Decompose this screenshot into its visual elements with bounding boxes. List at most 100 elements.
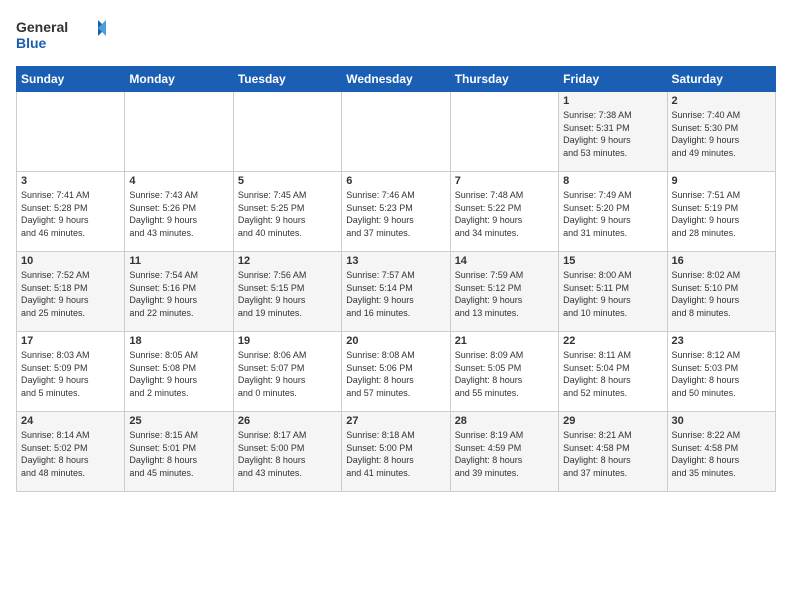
cell-text-line: Sunset: 4:58 PM bbox=[672, 442, 771, 455]
calendar-cell: 26Sunrise: 8:17 AMSunset: 5:00 PMDayligh… bbox=[233, 412, 341, 492]
calendar-cell: 17Sunrise: 8:03 AMSunset: 5:09 PMDayligh… bbox=[17, 332, 125, 412]
calendar-cell: 1Sunrise: 7:38 AMSunset: 5:31 PMDaylight… bbox=[559, 92, 667, 172]
cell-text-line: and 10 minutes. bbox=[563, 307, 662, 320]
cell-text-line: Sunset: 5:18 PM bbox=[21, 282, 120, 295]
cell-text-line: Daylight: 9 hours bbox=[672, 134, 771, 147]
cell-text-line: Daylight: 9 hours bbox=[238, 214, 337, 227]
cell-text-line: Sunrise: 7:51 AM bbox=[672, 189, 771, 202]
cell-text-line: and 25 minutes. bbox=[21, 307, 120, 320]
calendar-week-row: 17Sunrise: 8:03 AMSunset: 5:09 PMDayligh… bbox=[17, 332, 776, 412]
cell-text-line: and 57 minutes. bbox=[346, 387, 445, 400]
cell-text-line: Sunrise: 8:08 AM bbox=[346, 349, 445, 362]
cell-text-line: Sunrise: 7:46 AM bbox=[346, 189, 445, 202]
cell-text-line: and 34 minutes. bbox=[455, 227, 554, 240]
cell-text-line: Daylight: 9 hours bbox=[346, 294, 445, 307]
cell-text-line: Daylight: 8 hours bbox=[563, 454, 662, 467]
cell-text-line: Daylight: 8 hours bbox=[21, 454, 120, 467]
page-header: General Blue bbox=[16, 16, 776, 58]
cell-text-line: Sunrise: 8:09 AM bbox=[455, 349, 554, 362]
cell-text-line: and 19 minutes. bbox=[238, 307, 337, 320]
cell-text-line: and 52 minutes. bbox=[563, 387, 662, 400]
cell-text-line: Sunrise: 8:19 AM bbox=[455, 429, 554, 442]
calendar-cell: 21Sunrise: 8:09 AMSunset: 5:05 PMDayligh… bbox=[450, 332, 558, 412]
cell-text-line: Sunrise: 7:43 AM bbox=[129, 189, 228, 202]
cell-text-line: Sunset: 5:04 PM bbox=[563, 362, 662, 375]
cell-text-line: Daylight: 9 hours bbox=[129, 374, 228, 387]
cell-text-line: and 43 minutes. bbox=[129, 227, 228, 240]
cell-text-line: Sunrise: 8:15 AM bbox=[129, 429, 228, 442]
day-number: 28 bbox=[455, 415, 554, 427]
calendar-week-row: 3Sunrise: 7:41 AMSunset: 5:28 PMDaylight… bbox=[17, 172, 776, 252]
day-number: 1 bbox=[563, 95, 662, 107]
cell-text-line: Sunset: 5:05 PM bbox=[455, 362, 554, 375]
cell-text-line: Daylight: 8 hours bbox=[238, 454, 337, 467]
cell-text-line: Sunrise: 7:41 AM bbox=[21, 189, 120, 202]
calendar-cell: 23Sunrise: 8:12 AMSunset: 5:03 PMDayligh… bbox=[667, 332, 775, 412]
cell-text-line: and 16 minutes. bbox=[346, 307, 445, 320]
calendar-cell: 29Sunrise: 8:21 AMSunset: 4:58 PMDayligh… bbox=[559, 412, 667, 492]
cell-text-line: Sunset: 5:12 PM bbox=[455, 282, 554, 295]
calendar-table: SundayMondayTuesdayWednesdayThursdayFrid… bbox=[16, 66, 776, 492]
calendar-cell: 15Sunrise: 8:00 AMSunset: 5:11 PMDayligh… bbox=[559, 252, 667, 332]
day-number: 7 bbox=[455, 175, 554, 187]
cell-text-line: Sunrise: 8:14 AM bbox=[21, 429, 120, 442]
day-number: 8 bbox=[563, 175, 662, 187]
weekday-header: Sunday bbox=[17, 67, 125, 92]
cell-text-line: and 31 minutes. bbox=[563, 227, 662, 240]
cell-text-line: and 2 minutes. bbox=[129, 387, 228, 400]
cell-text-line: Sunrise: 8:18 AM bbox=[346, 429, 445, 442]
calendar-cell: 3Sunrise: 7:41 AMSunset: 5:28 PMDaylight… bbox=[17, 172, 125, 252]
cell-text-line: Sunrise: 8:12 AM bbox=[672, 349, 771, 362]
cell-text-line: Sunrise: 7:49 AM bbox=[563, 189, 662, 202]
cell-text-line: Sunrise: 7:52 AM bbox=[21, 269, 120, 282]
cell-text-line: Sunrise: 7:38 AM bbox=[563, 109, 662, 122]
cell-text-line: and 40 minutes. bbox=[238, 227, 337, 240]
day-number: 27 bbox=[346, 415, 445, 427]
header-row: SundayMondayTuesdayWednesdayThursdayFrid… bbox=[17, 67, 776, 92]
weekday-header: Monday bbox=[125, 67, 233, 92]
day-number: 22 bbox=[563, 335, 662, 347]
day-number: 29 bbox=[563, 415, 662, 427]
calendar-cell: 18Sunrise: 8:05 AMSunset: 5:08 PMDayligh… bbox=[125, 332, 233, 412]
day-number: 17 bbox=[21, 335, 120, 347]
day-number: 10 bbox=[21, 255, 120, 267]
weekday-header: Wednesday bbox=[342, 67, 450, 92]
cell-text-line: Sunset: 5:03 PM bbox=[672, 362, 771, 375]
cell-text-line: Sunrise: 7:45 AM bbox=[238, 189, 337, 202]
calendar-cell: 6Sunrise: 7:46 AMSunset: 5:23 PMDaylight… bbox=[342, 172, 450, 252]
svg-text:General: General bbox=[16, 19, 68, 35]
calendar-week-row: 1Sunrise: 7:38 AMSunset: 5:31 PMDaylight… bbox=[17, 92, 776, 172]
cell-text-line: Sunset: 5:08 PM bbox=[129, 362, 228, 375]
cell-text-line: Sunset: 5:10 PM bbox=[672, 282, 771, 295]
calendar-cell: 22Sunrise: 8:11 AMSunset: 5:04 PMDayligh… bbox=[559, 332, 667, 412]
calendar-cell: 12Sunrise: 7:56 AMSunset: 5:15 PMDayligh… bbox=[233, 252, 341, 332]
cell-text-line: and 46 minutes. bbox=[21, 227, 120, 240]
day-number: 11 bbox=[129, 255, 228, 267]
calendar-cell bbox=[342, 92, 450, 172]
cell-text-line: Daylight: 9 hours bbox=[672, 214, 771, 227]
cell-text-line: Daylight: 8 hours bbox=[455, 374, 554, 387]
day-number: 9 bbox=[672, 175, 771, 187]
cell-text-line: Sunset: 5:25 PM bbox=[238, 202, 337, 215]
cell-text-line: Sunset: 5:26 PM bbox=[129, 202, 228, 215]
day-number: 14 bbox=[455, 255, 554, 267]
weekday-header: Saturday bbox=[667, 67, 775, 92]
cell-text-line: Sunrise: 8:02 AM bbox=[672, 269, 771, 282]
calendar-cell: 28Sunrise: 8:19 AMSunset: 4:59 PMDayligh… bbox=[450, 412, 558, 492]
cell-text-line: Sunset: 5:00 PM bbox=[346, 442, 445, 455]
cell-text-line: Daylight: 9 hours bbox=[455, 294, 554, 307]
cell-text-line: Daylight: 8 hours bbox=[672, 374, 771, 387]
cell-text-line: Daylight: 8 hours bbox=[563, 374, 662, 387]
day-number: 16 bbox=[672, 255, 771, 267]
cell-text-line: Sunset: 5:16 PM bbox=[129, 282, 228, 295]
cell-text-line: Sunset: 5:02 PM bbox=[21, 442, 120, 455]
calendar-cell: 24Sunrise: 8:14 AMSunset: 5:02 PMDayligh… bbox=[17, 412, 125, 492]
cell-text-line: Sunset: 5:15 PM bbox=[238, 282, 337, 295]
cell-text-line: and 0 minutes. bbox=[238, 387, 337, 400]
calendar-cell bbox=[450, 92, 558, 172]
cell-text-line: Sunrise: 8:05 AM bbox=[129, 349, 228, 362]
calendar-cell: 9Sunrise: 7:51 AMSunset: 5:19 PMDaylight… bbox=[667, 172, 775, 252]
cell-text-line: Daylight: 8 hours bbox=[346, 454, 445, 467]
calendar-cell: 13Sunrise: 7:57 AMSunset: 5:14 PMDayligh… bbox=[342, 252, 450, 332]
cell-text-line: and 49 minutes. bbox=[672, 147, 771, 160]
